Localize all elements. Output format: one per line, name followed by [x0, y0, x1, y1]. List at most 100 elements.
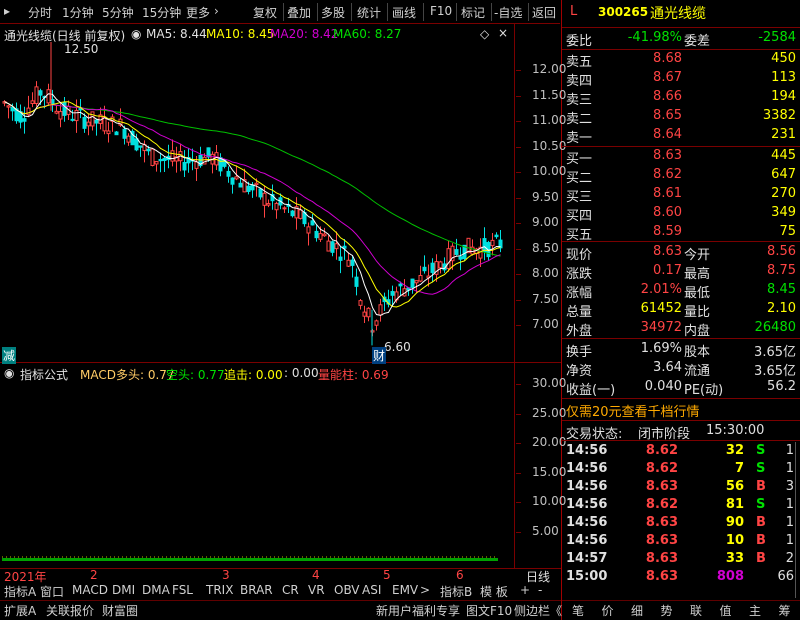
- candle-body: [126, 135, 131, 143]
- candle-body: [150, 148, 155, 166]
- chevron-right-icon[interactable]: ›: [214, 4, 219, 18]
- func-tab[interactable]: 窗口: [40, 583, 64, 599]
- tab-fenshi[interactable]: 分时: [28, 4, 52, 21]
- right-tab[interactable]: 细: [631, 602, 643, 619]
- sells-row: 卖三 8.66 194: [566, 89, 796, 108]
- ma-settings-icon[interactable]: ◉: [131, 27, 141, 41]
- func-tab[interactable]: MACD: [72, 583, 108, 599]
- f10-button[interactable]: F10: [430, 4, 452, 18]
- time-label-6: 6: [456, 568, 464, 582]
- right-tab[interactable]: 主: [749, 602, 761, 619]
- time-axis-line: [0, 568, 561, 569]
- candle-body: [338, 256, 343, 261]
- indicator-tick: 5.00: [532, 523, 559, 538]
- sells-row: 卖五 8.68 450: [566, 51, 796, 70]
- tab-caifu[interactable]: 财富圈: [102, 602, 138, 619]
- right-tab[interactable]: 筹: [779, 602, 791, 619]
- indicator-settings-icon[interactable]: ◉: [4, 366, 14, 380]
- tongji-button[interactable]: 统计: [357, 4, 381, 21]
- tick-row: 14:56 8.63 10 B 1: [566, 533, 794, 548]
- duogu-button[interactable]: 多股: [321, 4, 345, 21]
- func-tab[interactable]: CR: [282, 583, 299, 599]
- price-tick: 10.50: [532, 138, 567, 153]
- func-tab[interactable]: ASI: [362, 583, 381, 599]
- tab-1min[interactable]: 1分钟: [62, 4, 94, 21]
- back-button[interactable]: 返回: [532, 4, 556, 21]
- sidebar-toggle[interactable]: 侧边栏《: [514, 602, 562, 619]
- func-tab[interactable]: FSL: [172, 583, 193, 599]
- right-tab[interactable]: 联: [690, 602, 702, 619]
- buys-row: 买五 8.59 75: [566, 224, 796, 243]
- macd-long-label: MACD多头: 0.77: [80, 368, 175, 382]
- right-tab[interactable]: 值: [720, 602, 732, 619]
- candle-body: [350, 259, 355, 266]
- tab-more[interactable]: 更多: [186, 4, 210, 21]
- candle-body: [246, 185, 251, 192]
- candle-body: [114, 131, 119, 136]
- diamond-icon[interactable]: ◇: [480, 27, 489, 41]
- kline-chart[interactable]: [0, 40, 514, 362]
- diejia-button[interactable]: 叠加: [287, 4, 311, 21]
- candle-body: [170, 150, 175, 162]
- func-tab[interactable]: VR: [308, 583, 325, 599]
- candle-body: [282, 207, 287, 210]
- tab-kuozhan[interactable]: 扩展A: [4, 602, 36, 619]
- quote-row: 现价 8.63 今开 8.56: [566, 244, 796, 263]
- candle-body: [346, 259, 351, 267]
- ma-line: [4, 101, 501, 295]
- promo-qiandang[interactable]: 仅需20元查看千档行情: [566, 401, 700, 420]
- sells-row: 卖四 8.67 113: [566, 70, 796, 89]
- candle-body: [322, 233, 327, 237]
- price-tick: 10.00: [532, 164, 567, 178]
- right-tab[interactable]: 势: [661, 602, 673, 619]
- promo-newuser[interactable]: 新用户福利专享: [376, 602, 460, 619]
- indicator-name: 指标公式: [20, 368, 69, 382]
- tab-15min[interactable]: 15分钟: [142, 4, 181, 21]
- tuwen-f10-link[interactable]: 图文F10: [466, 602, 512, 619]
- candle-body: [466, 237, 471, 254]
- candle-body: [430, 262, 435, 273]
- func-tab[interactable]: EMV: [392, 583, 418, 599]
- toolbar-more-icon[interactable]: ▸: [4, 4, 10, 18]
- candle-body: [158, 158, 163, 162]
- trade-status-time: 15:30:00: [706, 423, 765, 438]
- candle-body: [86, 121, 91, 127]
- jian-badge[interactable]: 减: [2, 347, 17, 364]
- candle-body: [490, 239, 495, 247]
- func-tab[interactable]: 指标B: [440, 583, 472, 599]
- func-tab[interactable]: TRIX: [206, 583, 233, 599]
- candle-body: [62, 102, 67, 116]
- func-tab[interactable]: -: [538, 583, 542, 599]
- cai-badge[interactable]: 财: [372, 347, 387, 364]
- fuquan-button[interactable]: 复权: [253, 4, 277, 21]
- ma5-label: MA5: 8.44: [146, 27, 207, 41]
- tick-row: 15:00 8.63 808 66: [566, 569, 794, 584]
- right-tab[interactable]: 价: [602, 602, 614, 619]
- huaxian-button[interactable]: 画线: [392, 4, 416, 21]
- right-tab[interactable]: 笔: [572, 602, 584, 619]
- indicator-bars: [2, 556, 498, 561]
- tab-guanlian[interactable]: 关联报价: [46, 602, 94, 619]
- zixuan-button[interactable]: -自选: [494, 4, 522, 21]
- candle-body: [30, 100, 35, 105]
- stock-code: 300265: [598, 5, 649, 19]
- func-tab[interactable]: OBV: [334, 583, 360, 599]
- func-tab[interactable]: BRAR: [240, 583, 273, 599]
- candle-body: [354, 276, 359, 287]
- candle-body: [446, 248, 451, 270]
- tab-5min[interactable]: 5分钟: [102, 4, 134, 21]
- func-tab[interactable]: DMA: [142, 583, 170, 599]
- func-tab[interactable]: 模 板: [480, 583, 508, 599]
- biaoji-button[interactable]: 标记: [461, 4, 485, 21]
- price-tick: 12.00: [532, 62, 567, 76]
- func-tab[interactable]: DMI: [112, 583, 135, 599]
- weibi-row: 委比 -41.98% 委差 -2584: [566, 30, 796, 49]
- func-tab[interactable]: +: [520, 583, 530, 599]
- close-icon[interactable]: ×: [498, 26, 508, 40]
- func-tab[interactable]: >: [420, 583, 430, 599]
- zhuiji-label: 追击: 0.00: [224, 368, 283, 382]
- candle-body: [414, 280, 419, 284]
- price-tick: 9.50: [532, 189, 559, 204]
- func-tab[interactable]: 指标A: [4, 583, 36, 599]
- quote-row: 涨跌 0.17 最高 8.75: [566, 263, 796, 282]
